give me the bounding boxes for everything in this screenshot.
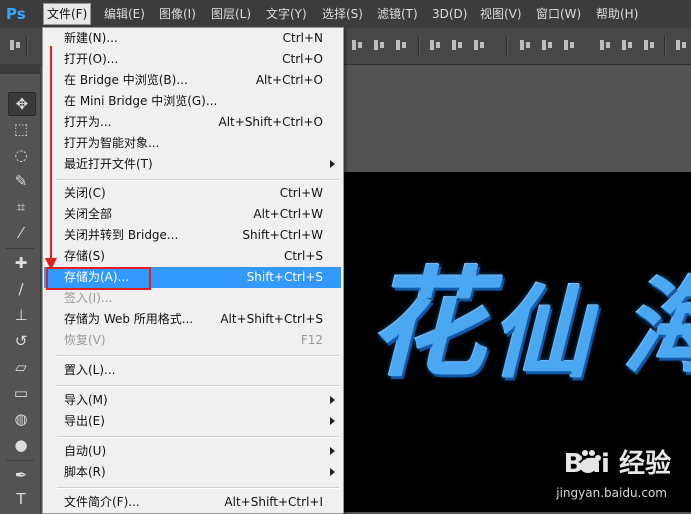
align-bottom-icon[interactable] — [394, 38, 408, 52]
menu-item-save[interactable]: 存储(S) Ctrl+S — [44, 246, 341, 267]
distribute-left-icon[interactable] — [598, 38, 612, 52]
eraser-tool-icon[interactable]: ▱ — [8, 356, 34, 378]
menu-item-revert: 恢复(V) F12 — [64, 333, 323, 347]
menu-item-open-smart-object[interactable]: 打开为智能对象... — [44, 133, 341, 154]
options-divider — [26, 36, 28, 56]
menu-3d[interactable]: 3D(D) — [429, 4, 470, 24]
menu-item-browse-mini-bridge[interactable]: 在 Mini Bridge 中浏览(G)... — [44, 91, 341, 112]
menu-item-import[interactable]: 导入(M) — [44, 390, 341, 411]
menu-item-open[interactable]: 打开(O)... Ctrl+O — [44, 49, 341, 70]
file-menu-dropdown: 新建(N)... Ctrl+N 打开(O)... Ctrl+O 在 Bridge… — [42, 27, 344, 514]
history-brush-tool-icon[interactable]: ↺ — [8, 330, 34, 352]
type-tool-icon[interactable]: T — [8, 488, 34, 510]
menu-item-close[interactable]: 关闭(C) Ctrl+W — [44, 183, 341, 204]
menu-file[interactable]: 文件(F) — [43, 3, 92, 25]
dodge-tool-icon[interactable]: ● — [8, 434, 34, 456]
distribute-hcenter-icon[interactable] — [620, 38, 634, 52]
brush-tool-icon[interactable]: ∕ — [8, 278, 34, 300]
menu-item-new[interactable]: 新建(N)... Ctrl+N — [44, 28, 341, 49]
menu-type[interactable]: 文字(Y) — [263, 4, 310, 24]
options-divider — [664, 36, 666, 56]
distribute-bottom-icon[interactable] — [562, 38, 576, 52]
menu-layer[interactable]: 图层(L) — [208, 4, 254, 24]
tools-divider — [6, 248, 34, 249]
align-vcenter-icon[interactable] — [372, 38, 386, 52]
menu-view[interactable]: 视图(V) — [477, 4, 525, 24]
auto-align-icon[interactable] — [674, 38, 688, 52]
align-top-icon[interactable] — [350, 38, 364, 52]
marquee-tool-icon[interactable]: ⬚ — [8, 118, 34, 140]
menu-divider — [57, 436, 339, 438]
menu-bar: Ps 文件(F) 编辑(E) 图像(I) 图层(L) 文字(Y) 选择(S) 滤… — [0, 0, 691, 28]
menu-item-open-as[interactable]: 打开为... Alt+Shift+Ctrl+O — [44, 112, 341, 133]
document-canvas[interactable]: 花 仙 海 Bai 经验 jingyan.baidu.com — [340, 172, 691, 512]
menu-item-automate[interactable]: 自动(U) — [44, 441, 341, 462]
menu-item-export[interactable]: 导出(E) — [44, 411, 341, 432]
pen-tool-icon[interactable]: ✒ — [8, 464, 34, 486]
align-hcenter-icon[interactable] — [450, 38, 464, 52]
menu-window[interactable]: 窗口(W) — [533, 4, 584, 24]
menu-divider — [57, 385, 339, 387]
stamp-tool-icon[interactable]: ⊥ — [8, 304, 34, 326]
menu-divider — [57, 355, 339, 357]
menu-divider — [57, 179, 339, 181]
canvas-glyph: 仙 — [490, 274, 590, 392]
submenu-arrow-icon — [330, 468, 335, 476]
tools-panel: ✥ ⬚ ◌ ✎ ⌗ ⁄ ✚ ∕ ⊥ ↺ ▱ ▭ ◍ ● ✒ T — [0, 64, 41, 512]
menu-item-scripts[interactable]: 脚本(R) — [44, 462, 341, 483]
menu-item-close-go-bridge[interactable]: 关闭并转到 Bridge... Shift+Ctrl+W — [44, 225, 341, 246]
baidu-watermark: Bai 经验 — [563, 449, 671, 479]
blur-tool-icon[interactable]: ◍ — [8, 408, 34, 430]
submenu-arrow-icon — [330, 417, 335, 425]
canvas-glyph: 花 — [368, 254, 487, 393]
menu-item-browse-bridge[interactable]: 在 Bridge 中浏览(B)... Alt+Ctrl+O — [44, 70, 341, 91]
canvas-glyph: 海 — [622, 242, 691, 393]
lasso-tool-icon[interactable]: ◌ — [8, 144, 34, 166]
distribute-top-icon[interactable] — [518, 38, 532, 52]
submenu-arrow-icon — [330, 447, 335, 455]
distribute-right-icon[interactable] — [642, 38, 656, 52]
menu-filter[interactable]: 滤镜(T) — [374, 4, 421, 24]
menu-item-place[interactable]: 置入(L)... — [44, 360, 341, 381]
move-tool-icon[interactable]: ✥ — [8, 92, 36, 116]
tools-divider — [6, 460, 34, 461]
options-divider — [418, 36, 420, 56]
submenu-arrow-icon — [330, 160, 335, 168]
tools-panel-header[interactable] — [0, 64, 40, 74]
menu-item-save-for-web[interactable]: 存储为 Web 所用格式... Alt+Shift+Ctrl+S — [44, 309, 341, 330]
menu-help[interactable]: 帮助(H) — [593, 4, 641, 24]
crop-tool-icon[interactable]: ⌗ — [8, 196, 34, 218]
photoshop-logo: Ps — [6, 5, 26, 23]
submenu-arrow-icon — [330, 396, 335, 404]
menu-select[interactable]: 选择(S) — [319, 4, 366, 24]
menu-divider — [57, 487, 339, 489]
align-left-icon[interactable] — [428, 38, 442, 52]
menu-item-close-all[interactable]: 关闭全部 Alt+Ctrl+W — [44, 204, 341, 225]
quick-select-tool-icon[interactable]: ✎ — [8, 170, 34, 192]
baidu-watermark-url: jingyan.baidu.com — [556, 486, 667, 500]
move-options-icon[interactable] — [8, 38, 22, 52]
align-right-icon[interactable] — [472, 38, 486, 52]
menu-item-file-info[interactable]: 文件简介(F)... Alt+Shift+Ctrl+I — [44, 492, 341, 513]
eyedropper-tool-icon[interactable]: ⁄ — [8, 222, 34, 244]
menu-image[interactable]: 图像(I) — [156, 4, 199, 24]
menu-item-recent-files[interactable]: 最近打开文件(T) — [44, 154, 341, 175]
distribute-vcenter-icon[interactable] — [540, 38, 554, 52]
annotation-highlight-box — [46, 267, 151, 290]
gradient-tool-icon[interactable]: ▭ — [8, 382, 34, 404]
menu-item-check-in: 签入(I)... — [64, 291, 113, 305]
options-divider — [506, 36, 508, 56]
healing-tool-icon[interactable]: ✚ — [8, 252, 34, 274]
menu-edit[interactable]: 编辑(E) — [101, 4, 148, 24]
